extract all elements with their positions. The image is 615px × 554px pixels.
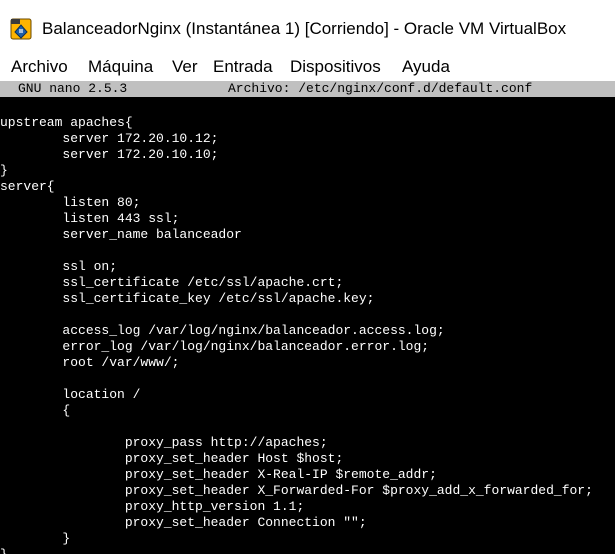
menu-maquina[interactable]: Máquina <box>88 56 153 78</box>
code-line: listen 443 ssl; <box>0 211 180 226</box>
code-line: proxy_http_version 1.1; <box>0 499 305 514</box>
code-line: proxy_set_header Connection ""; <box>0 515 367 530</box>
vm-terminal-screen[interactable]: GNU nano 2.5.3 Archivo: /etc/nginx/conf.… <box>0 81 615 554</box>
code-line: ssl on; <box>0 259 118 274</box>
code-line: proxy_set_header Host $host; <box>0 451 344 466</box>
menu-archivo[interactable]: Archivo <box>11 56 68 78</box>
code-line: root /var/www/; <box>0 355 180 370</box>
menu-ver[interactable]: Ver <box>172 56 198 78</box>
code-line: upstream apaches{ <box>0 115 133 130</box>
code-line: server_name balanceador <box>0 227 242 242</box>
menu-bar: Archivo Máquina Ver Entrada Dispositivos… <box>0 48 615 81</box>
code-line: proxy_set_header X-Real-IP $remote_addr; <box>0 467 437 482</box>
code-line: server{ <box>0 179 55 194</box>
code-line: ssl_certificate_key /etc/ssl/apache.key; <box>0 291 375 306</box>
code-line: } <box>0 547 593 554</box>
code-line: error_log /var/log/nginx/balanceador.err… <box>0 339 430 354</box>
menu-dispositivos[interactable]: Dispositivos <box>290 56 381 78</box>
window-title: BalanceadorNginx (Instantánea 1) [Corrie… <box>42 19 567 38</box>
nano-header-bar: GNU nano 2.5.3 Archivo: /etc/nginx/conf.… <box>0 81 615 97</box>
code-line: } <box>0 163 8 178</box>
code-line: listen 80; <box>0 195 141 210</box>
nano-file-label: Archivo: /etc/nginx/conf.d/default.conf <box>228 81 533 96</box>
code-line: access_log /var/log/nginx/balanceador.ac… <box>0 323 445 338</box>
menu-ayuda[interactable]: Ayuda <box>402 56 450 78</box>
code-line: } <box>0 531 71 546</box>
code-line: proxy_pass http://apaches; <box>0 435 328 450</box>
code-line: ssl_certificate /etc/ssl/apache.crt; <box>0 275 344 290</box>
virtualbox-app-icon <box>10 18 32 40</box>
code-line: server 172.20.10.12; <box>0 131 219 146</box>
file-content[interactable]: upstream apaches{ server 172.20.10.12; s… <box>0 115 593 554</box>
window-titlebar: BalanceadorNginx (Instantánea 1) [Corrie… <box>0 0 615 48</box>
nano-version-label: GNU nano 2.5.3 <box>18 81 128 96</box>
code-line: location / <box>0 387 141 402</box>
menu-entrada[interactable]: Entrada <box>213 56 273 78</box>
code-line: proxy_set_header X_Forwarded-For $proxy_… <box>0 483 593 498</box>
code-line: { <box>0 403 71 418</box>
code-line: server 172.20.10.10; <box>0 147 219 162</box>
